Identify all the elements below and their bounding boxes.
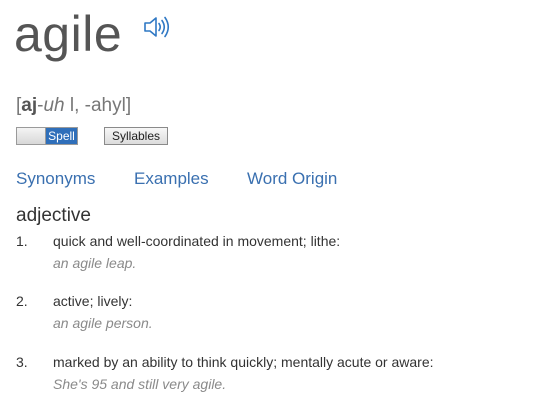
word-origin-link[interactable]: Word Origin — [247, 168, 337, 190]
sense-example: She's 95 and still very agile. — [53, 376, 227, 392]
dictionary-entry: agile [aj-uh l, -ahyl] Spell Syllables S… — [0, 0, 556, 405]
sense-example: an agile leap. — [53, 255, 137, 271]
pronunciation: [aj-uh l, -ahyl] — [16, 93, 131, 119]
spell-toggle[interactable]: Spell — [16, 127, 78, 145]
spell-toggle-label: Spell — [46, 128, 77, 144]
examples-link[interactable]: Examples — [134, 168, 209, 190]
pron-stressed-syllable: aj — [21, 95, 38, 116]
synonyms-link[interactable]: Synonyms — [16, 168, 95, 190]
pron-unstressed-syllable: uh — [43, 95, 65, 116]
headword-row: agile — [14, 2, 170, 66]
sense-number: 1. — [16, 233, 28, 249]
toggle-knob — [17, 128, 46, 144]
sense-number: 2. — [16, 293, 28, 309]
speaker-icon[interactable] — [142, 14, 170, 40]
sense-definition: quick and well-coordinated in movement; … — [53, 233, 341, 249]
pron-close-bracket: ] — [125, 95, 132, 116]
pron-rest: l, -ahyl — [64, 95, 126, 116]
part-of-speech: adjective — [16, 205, 91, 226]
syllables-button[interactable]: Syllables — [104, 127, 168, 145]
sense-number: 3. — [16, 354, 28, 370]
sense-example: an agile person. — [53, 315, 153, 331]
headword: agile — [14, 6, 123, 62]
sense-definition: active; lively: — [53, 293, 133, 309]
sense-definition: marked by an ability to think quickly; m… — [53, 354, 434, 370]
